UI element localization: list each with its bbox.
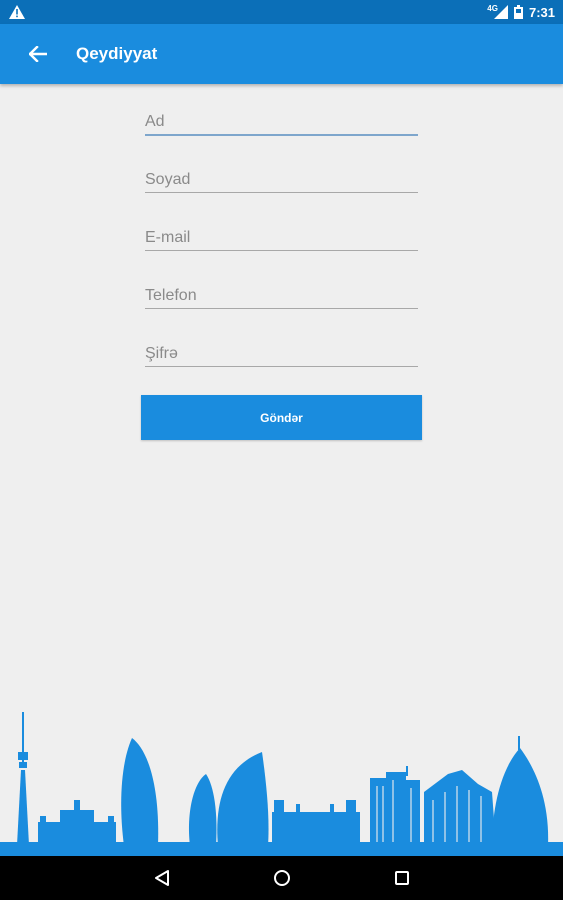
back-triangle-icon [155,870,169,886]
last-name-field [145,162,418,220]
email-underline [145,250,418,251]
battery-icon [513,5,523,19]
recents-square-icon [395,871,409,885]
nav-back-button[interactable] [142,864,182,892]
phone-field [145,278,418,336]
first-name-field [145,104,418,162]
page-title: Qeydiyyat [76,44,158,63]
nav-home-button[interactable] [262,864,302,892]
back-button[interactable] [22,38,54,70]
last-name-input[interactable] [145,166,418,194]
app-bar: Qeydiyyat [0,24,563,84]
home-circle-icon [274,870,290,886]
email-input[interactable] [145,224,418,252]
status-right: 4G 7:31 [487,0,555,24]
submit-button[interactable]: Göndər [141,395,422,440]
nav-recents-button[interactable] [382,864,422,892]
first-name-underline [145,134,418,136]
status-time: 7:31 [528,4,555,20]
password-underline [145,366,418,367]
arrow-left-icon [29,46,47,62]
status-bar: 4G 7:31 [0,0,563,24]
signal-icon [493,5,508,19]
email-field [145,220,418,278]
password-input[interactable] [145,340,418,368]
password-field [145,336,418,394]
system-nav-bar [0,856,563,900]
phone-underline [145,308,418,309]
phone-input[interactable] [145,282,418,310]
registration-form [145,104,418,394]
last-name-underline [145,192,418,193]
first-name-input[interactable] [145,108,418,136]
baku-skyline-illustration [0,712,563,856]
warning-icon [9,5,25,19]
